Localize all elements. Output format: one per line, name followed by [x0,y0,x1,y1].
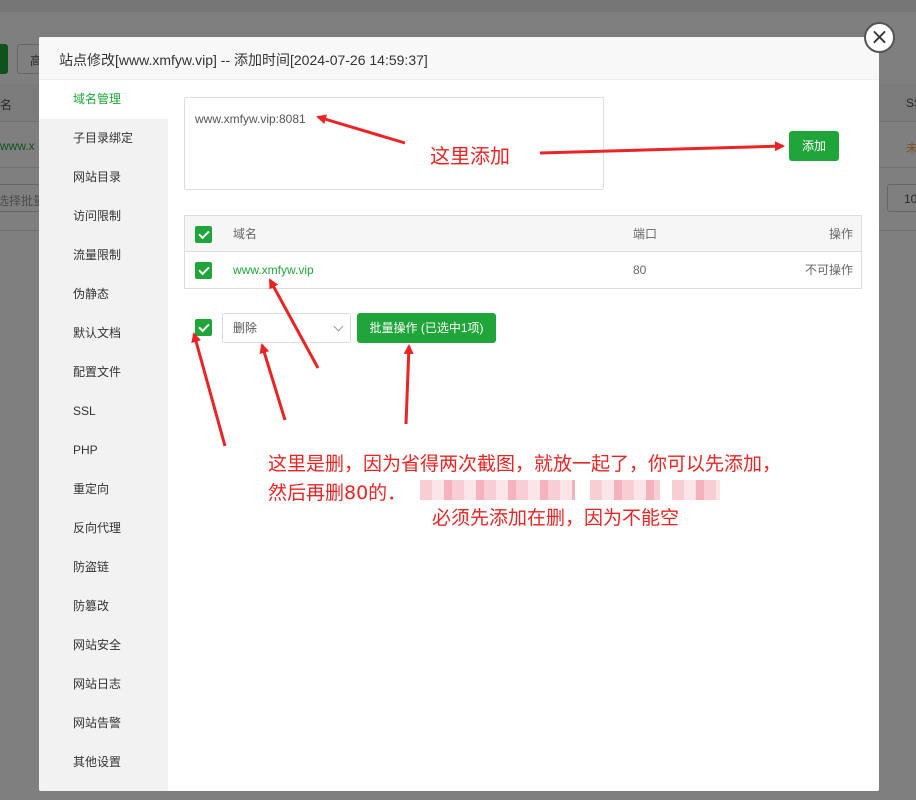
chevron-down-icon [333,321,344,332]
redaction-blur [672,480,720,500]
batch-action-value: 删除 [233,321,258,335]
row-checkbox[interactable] [195,262,212,279]
add-domain-button[interactable]: 添加 [789,131,839,161]
select-all-checkbox[interactable] [195,226,212,243]
batch-action-select[interactable]: 删除 [222,313,351,343]
sidebar-item-access-limit[interactable]: 访问限制 [39,197,168,236]
sidebar-item-other[interactable]: 其他设置 [39,743,168,782]
header-port: 端口 [633,227,658,241]
row-domain-link[interactable]: www.xmfyw.vip [233,252,314,288]
sidebar-item-security[interactable]: 网站安全 [39,626,168,665]
batch-operation-button[interactable]: 批量操作 (已选中1项) [357,313,496,343]
sidebar-item-reverse-proxy[interactable]: 反向代理 [39,509,168,548]
annotation-add-note: 这里添加 [430,144,510,168]
table-row: www.xmfyw.vip 80 不可操作 [185,252,861,288]
annotation-delete-note-1: 这里是删，因为省得两次截图，就放一起了，你可以先添加， [268,453,782,475]
sidebar-item-domain[interactable]: 域名管理 [39,80,168,119]
sidebar-item-subdir[interactable]: 子目录绑定 [39,119,168,158]
domain-management-panel: www.xmfyw.vip:8081 添加 域名 端口 操作 www.xmfyw… [168,80,879,791]
sidebar-item-logs[interactable]: 网站日志 [39,665,168,704]
sidebar-item-hotlink[interactable]: 防盗链 [39,548,168,587]
sidebar-item-traffic-limit[interactable]: 流量限制 [39,236,168,275]
sidebar-item-tamper[interactable]: 防篡改 [39,587,168,626]
annotation-delete-note-3: 必须先添加在删，因为不能空 [432,507,680,529]
header-action: 操作 [828,227,853,241]
row-port: 80 [633,263,647,277]
sidebar-item-php[interactable]: PHP [39,431,168,470]
sidebar-item-alerts[interactable]: 网站告警 [39,704,168,743]
header-domain: 域名 [233,227,258,241]
table-header-row: 域名 端口 操作 [185,216,861,252]
sidebar-item-default-doc[interactable]: 默认文档 [39,314,168,353]
modal-title: 站点修改[www.xmfyw.vip] -- 添加时间[2024-07-26 1… [39,37,879,80]
sidebar-item-site-dir[interactable]: 网站目录 [39,158,168,197]
close-icon: × [870,24,889,50]
domain-textarea[interactable]: www.xmfyw.vip:8081 [184,97,604,190]
sidebar-item-redirect[interactable]: 重定向 [39,470,168,509]
redaction-blur [420,480,575,500]
redaction-blur [590,480,660,500]
sidebar-item-rewrite[interactable]: 伪静态 [39,275,168,314]
row-action: 不可操作 [804,263,853,277]
annotation-delete-note-2: 然后再删80的． [268,482,407,504]
sidebar-item-config[interactable]: 配置文件 [39,353,168,392]
batch-checkbox[interactable] [195,319,212,336]
modal-sidebar: 域名管理 子目录绑定 网站目录 访问限制 流量限制 伪静态 默认文档 配置文件 … [39,80,168,791]
domain-table: 域名 端口 操作 www.xmfyw.vip 80 不可操作 [184,215,862,289]
close-modal-button[interactable]: × [864,22,895,53]
sidebar-item-ssl[interactable]: SSL [39,392,168,431]
